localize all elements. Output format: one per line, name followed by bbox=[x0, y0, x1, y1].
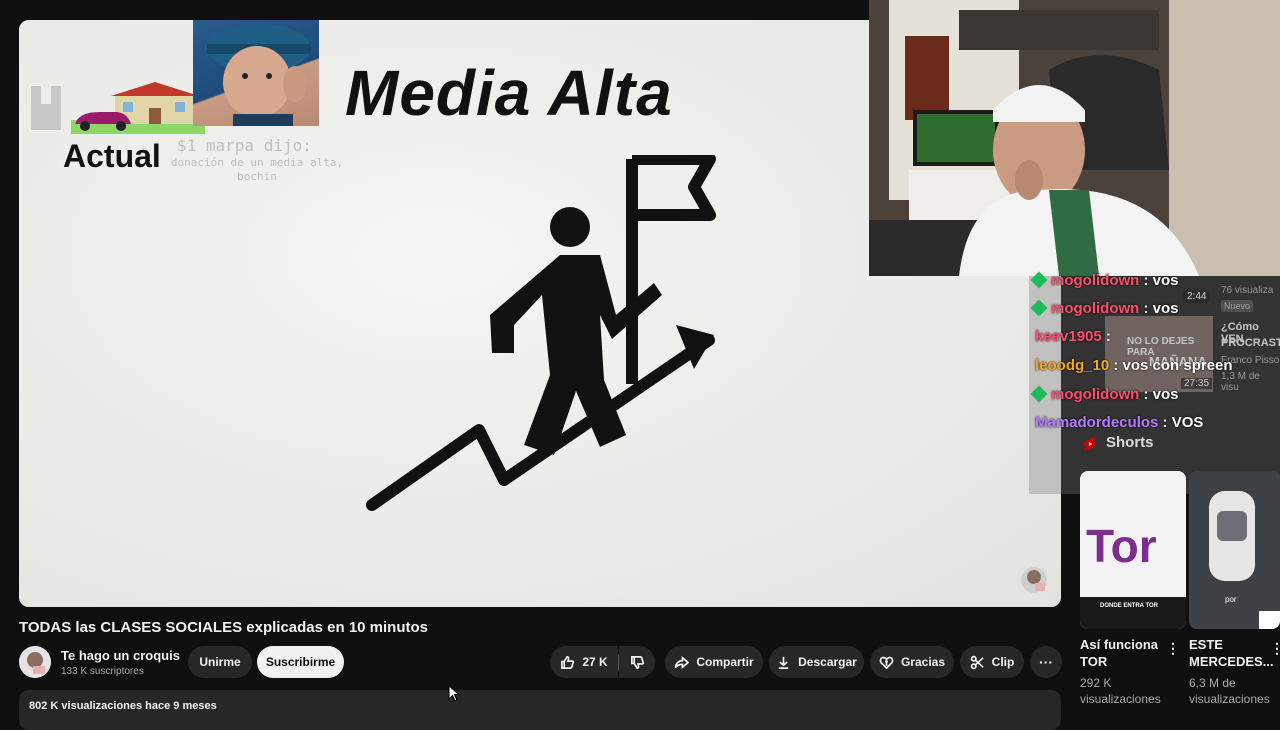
climber-flag-icon bbox=[366, 155, 716, 511]
chat-text: : vos bbox=[1139, 386, 1179, 403]
chat-message: leoodg_10 : vos con spreen bbox=[1031, 357, 1233, 374]
join-button[interactable]: Unirme bbox=[188, 646, 252, 678]
donation-header: $1 marpa dijo: bbox=[177, 136, 312, 155]
share-label: Compartir bbox=[696, 655, 754, 669]
chat-badge-icon bbox=[1030, 271, 1048, 289]
channel-watermark-icon[interactable] bbox=[1019, 565, 1049, 595]
thumbs-down-icon bbox=[630, 655, 644, 669]
short-views-2: 6,3 M de visualizaciones bbox=[1189, 676, 1270, 706]
chat-text: : VOS bbox=[1158, 414, 1204, 431]
thanks-button[interactable]: Gracias bbox=[870, 646, 954, 678]
actual-label: Actual bbox=[63, 138, 161, 174]
like-button[interactable]: 27 K bbox=[550, 646, 618, 678]
short-thumb-caption-2: por bbox=[1225, 595, 1237, 604]
donation-message: donación de un media alta, bochin bbox=[170, 156, 344, 183]
chat-text: : bbox=[1101, 328, 1111, 345]
chat-badge-icon bbox=[1030, 385, 1048, 403]
chat-badge-icon bbox=[1030, 299, 1048, 317]
share-button[interactable]: Compartir bbox=[665, 646, 763, 678]
chat-message: mogolidown : vos bbox=[1030, 385, 1179, 403]
chat-username: keev1905 bbox=[1035, 328, 1102, 345]
video-stats: 802 K visualizaciones hace 9 meses bbox=[29, 700, 217, 712]
dislike-button[interactable] bbox=[619, 646, 655, 678]
like-count: 27 K bbox=[582, 655, 608, 669]
short-title-2[interactable]: ESTE MERCEDES... bbox=[1189, 636, 1274, 670]
streamer-webcam bbox=[869, 0, 1280, 276]
short-more-icon[interactable]: ⋮ bbox=[1166, 640, 1180, 657]
channel-avatar[interactable] bbox=[19, 646, 51, 678]
clip-button[interactable]: Clip bbox=[960, 646, 1024, 678]
subscribe-button[interactable]: Suscribirme bbox=[257, 646, 344, 678]
shorts-icon bbox=[1084, 437, 1096, 451]
channel-name[interactable]: Te hago un croquis bbox=[61, 648, 180, 663]
chat-username: leoodg_10 bbox=[1035, 357, 1110, 374]
chat-message: mogolidown : vos bbox=[1030, 271, 1179, 289]
chat-text: : vos con spreen bbox=[1109, 357, 1233, 374]
chat-message: Mamadordeculos : VOS bbox=[1031, 414, 1203, 431]
thanks-heart-icon bbox=[879, 656, 894, 669]
chat-message: mogolidown : vos bbox=[1030, 299, 1179, 317]
short-views-1: 292 Kvisualizaciones bbox=[1080, 676, 1161, 706]
chat-username: Mamadordeculos bbox=[1035, 414, 1159, 431]
short-more-icon-2[interactable]: ⋮ bbox=[1270, 640, 1280, 657]
short-thumb-caption: DONDE ENTRA TOR bbox=[1100, 603, 1159, 609]
chat-text: : vos bbox=[1139, 272, 1179, 289]
mouse-cursor-icon bbox=[448, 685, 460, 702]
clip-label: Clip bbox=[991, 655, 1015, 669]
scissors-icon bbox=[970, 655, 984, 669]
download-icon bbox=[778, 656, 789, 669]
chat-username: mogolidown bbox=[1051, 272, 1140, 289]
download-button[interactable]: Descargar bbox=[769, 646, 864, 678]
share-icon bbox=[674, 655, 690, 669]
video-title: TODAS las CLASES SOCIALES explicadas en … bbox=[19, 619, 429, 636]
more-actions-button[interactable]: ··· bbox=[1030, 646, 1062, 678]
shorts-heading: Shorts bbox=[1106, 434, 1154, 451]
scene-illustration bbox=[31, 82, 205, 134]
short-card-mercedes[interactable]: por bbox=[1189, 471, 1280, 629]
thumbs-up-icon bbox=[561, 655, 575, 669]
chat-text: : vos bbox=[1139, 300, 1179, 317]
channel-subscriber-count: 133 K suscriptores bbox=[61, 666, 144, 677]
short-card-tor[interactable]: Tor DONDE ENTRA TOR bbox=[1080, 471, 1186, 629]
short-thumb-text: Tor bbox=[1086, 520, 1157, 572]
download-label: Descargar bbox=[798, 655, 857, 669]
streamer-cutout-image bbox=[193, 20, 319, 126]
short-title-1[interactable]: Así funciona TOR bbox=[1080, 636, 1158, 670]
chat-username: mogolidown bbox=[1051, 386, 1140, 403]
chat-message: keev1905 : bbox=[1031, 328, 1111, 345]
video-title-art: Media Alta bbox=[345, 57, 673, 129]
chat-username: mogolidown bbox=[1051, 300, 1140, 317]
thanks-label: Gracias bbox=[900, 655, 946, 669]
